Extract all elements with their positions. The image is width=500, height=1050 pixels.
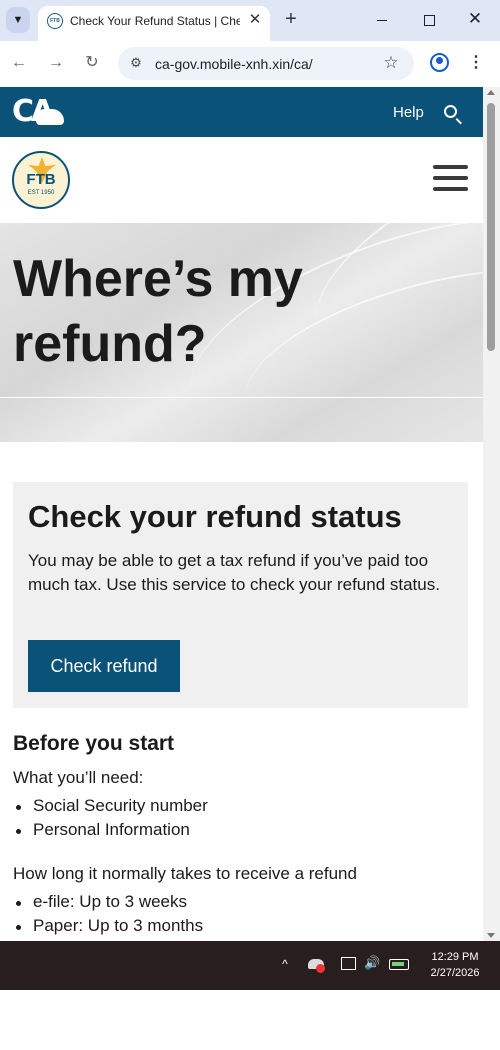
browser-toolbar: ← → ↻ ⚙ ca-gov.mobile-xnh.xin/ca/ ☆ ⋮ (0, 41, 500, 87)
clock-time[interactable]: 12:29 PM (423, 951, 487, 963)
back-arrow-icon[interactable]: ← (8, 52, 30, 74)
taskbar: ^ 🔊 12:29 PM 2/27/2026 (0, 941, 500, 990)
ftb-favicon-icon: FTB (47, 13, 63, 29)
site-info-icon[interactable]: ⚙ (126, 53, 146, 73)
need-label: What you’ll need: (13, 768, 144, 787)
tab-strip: ▼ FTB Check Your Refund Status | Che ✕ +… (0, 0, 500, 41)
reload-icon[interactable]: ↻ (81, 52, 103, 74)
page-scrollbar[interactable] (483, 87, 500, 941)
network-icon[interactable] (341, 957, 356, 970)
scroll-down-arrow-icon[interactable] (487, 933, 495, 938)
card-description: You may be able to get a tax refund if y… (28, 551, 440, 594)
page-title: Where’s my refund? (13, 247, 413, 377)
check-refund-button[interactable]: Check refund (28, 640, 180, 692)
ftb-logo-est: EST 1950 (27, 190, 55, 196)
hero-divider (0, 397, 483, 398)
browser-tab[interactable]: FTB Check Your Refund Status | Che ✕ (38, 6, 270, 41)
list-item: Paper: Up to 3 months (15, 916, 204, 935)
url-text[interactable]: ca-gov.mobile-xnh.xin/ca/ (155, 56, 313, 72)
list-item: Social Security number (16, 796, 208, 815)
scroll-up-arrow-icon[interactable] (487, 90, 495, 95)
scroll-thumb[interactable] (487, 103, 495, 351)
tab-close-icon[interactable]: ✕ (245, 10, 265, 30)
window-minimize-icon[interactable] (372, 10, 392, 30)
help-link[interactable]: Help (393, 104, 424, 121)
page-viewport: CA Help FTB EST 1950 Where’s my refund? … (0, 87, 483, 941)
forward-arrow-icon[interactable]: → (45, 52, 67, 74)
bear-icon (36, 109, 64, 125)
ftb-logo-text: FTB (26, 171, 56, 188)
refund-status-card: Check your refund status You may be able… (13, 482, 468, 708)
clock-date[interactable]: 2/27/2026 (423, 967, 487, 979)
error-badge-icon (316, 964, 325, 973)
list-item: Personal Information (16, 820, 190, 839)
chevron-down-icon: ▼ (12, 14, 24, 26)
page-title-line-1: Where’s my (13, 250, 303, 308)
address-bar[interactable]: ⚙ ca-gov.mobile-xnh.xin/ca/ ☆ (118, 47, 414, 80)
window-maximize-icon[interactable] (419, 10, 439, 30)
ftb-logo[interactable]: FTB EST 1950 (12, 151, 70, 209)
page-title-line-2: refund? (13, 315, 207, 373)
ftb-branding-bar: FTB EST 1950 (0, 137, 483, 223)
ca-gov-header: CA Help (0, 87, 483, 137)
search-icon[interactable] (444, 105, 457, 118)
profile-avatar-icon[interactable] (430, 53, 449, 72)
new-tab-plus-icon[interactable]: + (280, 8, 302, 30)
battery-icon[interactable] (389, 959, 409, 970)
tray-expand-chevron-icon[interactable]: ^ (278, 957, 292, 971)
list-item: e-file: Up to 3 weeks (15, 892, 188, 911)
tab-search-button[interactable]: ▼ (6, 7, 30, 33)
before-you-start-heading: Before you start (13, 732, 175, 755)
volume-icon[interactable]: 🔊 (364, 955, 380, 971)
hamburger-menu-icon[interactable] (433, 165, 468, 191)
tab-title: Check Your Refund Status | Che (70, 14, 240, 28)
time-label: How long it normally takes to receive a … (13, 864, 357, 883)
browser-menu-icon[interactable]: ⋮ (466, 52, 486, 74)
bookmark-star-icon[interactable]: ☆ (380, 52, 402, 74)
hero-banner: Where’s my refund? (0, 223, 483, 442)
card-title: Check your refund status (28, 499, 402, 534)
window-close-icon[interactable]: ✕ (465, 8, 485, 30)
